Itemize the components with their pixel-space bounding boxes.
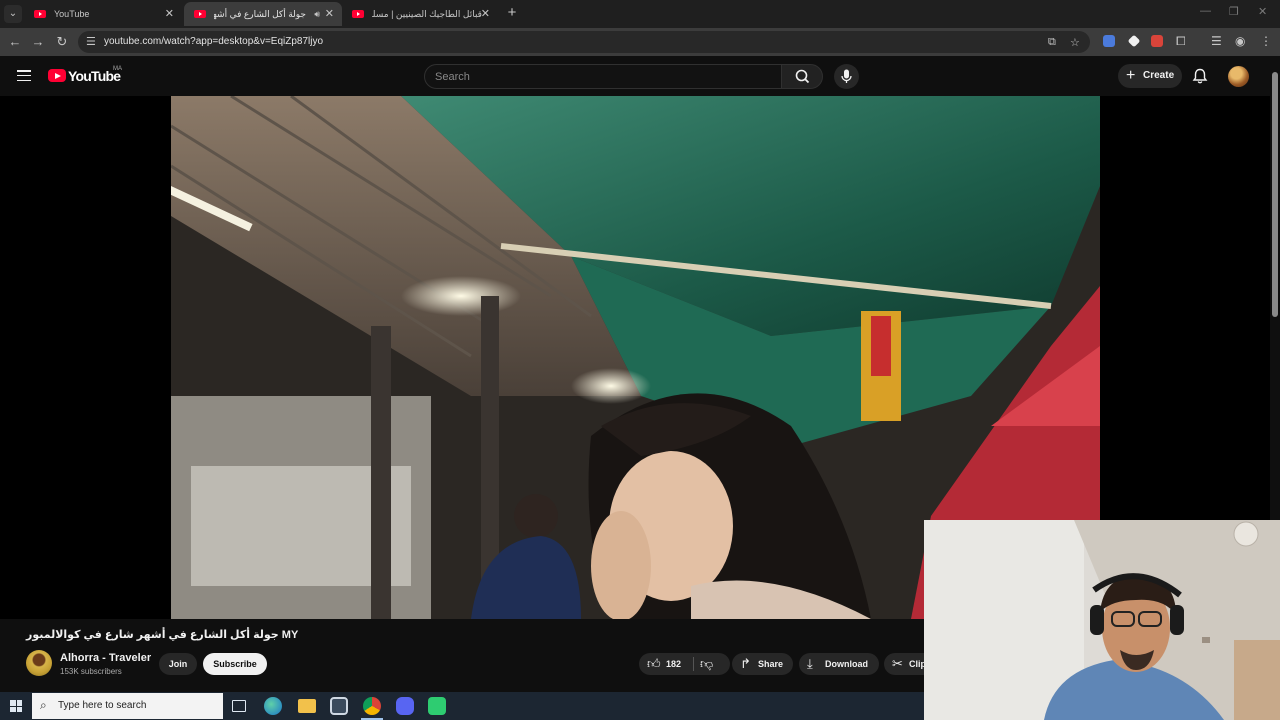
browser-tab-strip: ⌄ YouTube ✕ جولة أكل الشارع في أشهر شارع…: [0, 0, 1280, 28]
bookmark-star-icon[interactable]: ☆: [1070, 36, 1080, 49]
channel-avatar[interactable]: [26, 650, 52, 676]
back-arrow-icon[interactable]: ←: [7, 34, 23, 50]
install-app-icon[interactable]: ⧉: [1048, 36, 1056, 49]
share-arrow-icon: ↱: [740, 656, 751, 671]
tab-title: جولة أكل الشارع في أشهر شارع في كوالالمب…: [214, 9, 306, 19]
voice-search-button[interactable]: [834, 64, 859, 89]
youtube-favicon-icon: [34, 10, 46, 18]
translate-extension-icon[interactable]: [1103, 35, 1115, 47]
create-button[interactable]: + Create: [1118, 64, 1182, 88]
browser-tab-youtube[interactable]: YouTube ✕: [24, 2, 182, 26]
close-tab-icon[interactable]: ✕: [325, 2, 334, 26]
new-tab-button[interactable]: +: [504, 4, 520, 22]
search-button[interactable]: [781, 64, 823, 89]
close-window-icon[interactable]: ✕: [1258, 5, 1267, 18]
windows-start-icon[interactable]: [10, 700, 22, 712]
youtube-favicon-icon: [194, 10, 206, 18]
store-icon[interactable]: [330, 697, 348, 715]
tab-search-button[interactable]: ⌄: [4, 5, 22, 23]
reading-list-icon[interactable]: ☰: [1211, 34, 1222, 48]
browser-tab-active-video[interactable]: جولة أكل الشارع في أشهر شارع في كوالالمب…: [184, 2, 342, 26]
share-button[interactable]: ↱ Share: [732, 653, 793, 675]
country-code: MA: [113, 66, 122, 72]
taskbar-search-box[interactable]: ⌕ Type here to search: [32, 693, 223, 719]
webcam-feed-image: [924, 520, 1280, 720]
youtube-logo-icon[interactable]: [48, 69, 66, 82]
windows-taskbar: ⌕ Type here to search: [0, 692, 924, 720]
tab-title: قبائل الطاجيك الصينيين | مسلمو...: [372, 9, 482, 19]
share-label: Share: [758, 659, 784, 669]
channel-name[interactable]: Alhorra - Traveler: [60, 652, 151, 664]
close-tab-icon[interactable]: ✕: [165, 2, 174, 26]
like-dislike-group: 👍︎ 182 👎︎: [639, 653, 730, 675]
minimize-window-icon[interactable]: —: [1200, 5, 1211, 17]
search-icon: ⌕: [40, 698, 47, 712]
account-avatar[interactable]: [1228, 66, 1249, 87]
scissors-icon: ✂: [892, 656, 903, 671]
download-button[interactable]: ⤓ Download: [799, 653, 879, 675]
edge-browser-icon[interactable]: [264, 697, 282, 715]
search-icon: [795, 69, 810, 84]
like-thumb-up-icon[interactable]: 👍︎: [647, 653, 661, 675]
like-count[interactable]: 182: [666, 653, 681, 675]
guide-menu-icon[interactable]: [17, 70, 31, 82]
browser-toolbar: ← → ↻ ☰ youtube.com/watch?app=desktop&v=…: [0, 28, 1280, 56]
address-bar[interactable]: ☰ youtube.com/watch?app=desktop&v=EqiZp8…: [78, 31, 1090, 53]
discord-icon[interactable]: [396, 697, 414, 715]
subscriber-count: 153K subscribers: [60, 667, 122, 676]
scrollbar-thumb[interactable]: [1272, 72, 1278, 317]
search-box: [424, 64, 782, 89]
close-tab-icon[interactable]: ✕: [481, 2, 490, 26]
pdf-extension-icon[interactable]: [1151, 35, 1163, 47]
notifications-bell-icon[interactable]: [1191, 67, 1209, 85]
browser-menu-icon[interactable]: ⋮: [1260, 34, 1272, 48]
reload-icon[interactable]: ↻: [54, 34, 70, 50]
restore-window-icon[interactable]: ❐: [1229, 5, 1239, 18]
forward-arrow-icon[interactable]: →: [30, 34, 46, 50]
task-view-icon[interactable]: [232, 700, 246, 712]
site-info-icon[interactable]: ☰: [86, 35, 96, 48]
browser-tab-other-video[interactable]: قبائل الطاجيك الصينيين | مسلمو... ✕: [342, 2, 498, 26]
video-title: جولة أكل الشارع في أشهر شارع في كوالالمب…: [26, 629, 299, 641]
app-icon-green[interactable]: [428, 697, 446, 715]
download-arrow-icon: ⤓: [807, 656, 813, 671]
taskbar-search-placeholder: Type here to search: [58, 700, 147, 711]
download-label: Download: [825, 659, 868, 669]
search-input[interactable]: [435, 65, 765, 88]
subscribe-button[interactable]: Subscribe: [203, 653, 267, 675]
youtube-favicon-icon: [352, 10, 364, 18]
extension-diamond-icon[interactable]: [1127, 34, 1141, 48]
url-text[interactable]: youtube.com/watch?app=desktop&v=EqiZp87l…: [104, 31, 323, 53]
microphone-icon: [841, 69, 852, 83]
chrome-icon[interactable]: [363, 697, 381, 715]
file-explorer-icon[interactable]: [298, 699, 316, 713]
join-button[interactable]: Join: [159, 653, 197, 675]
extensions-puzzle-icon[interactable]: ⧠: [1176, 34, 1186, 49]
like-dislike-divider: [693, 657, 694, 671]
profile-icon[interactable]: ◉: [1235, 34, 1245, 48]
webcam-overlay: [924, 520, 1280, 720]
audio-playing-icon[interactable]: 🔊︎: [314, 2, 320, 26]
plus-icon: +: [1126, 67, 1136, 84]
dislike-thumb-down-icon[interactable]: 👎︎: [700, 653, 713, 675]
youtube-masthead: YouTube MA + Create: [0, 56, 1270, 96]
tab-title: YouTube: [54, 9, 90, 19]
create-label: Create: [1143, 70, 1175, 81]
